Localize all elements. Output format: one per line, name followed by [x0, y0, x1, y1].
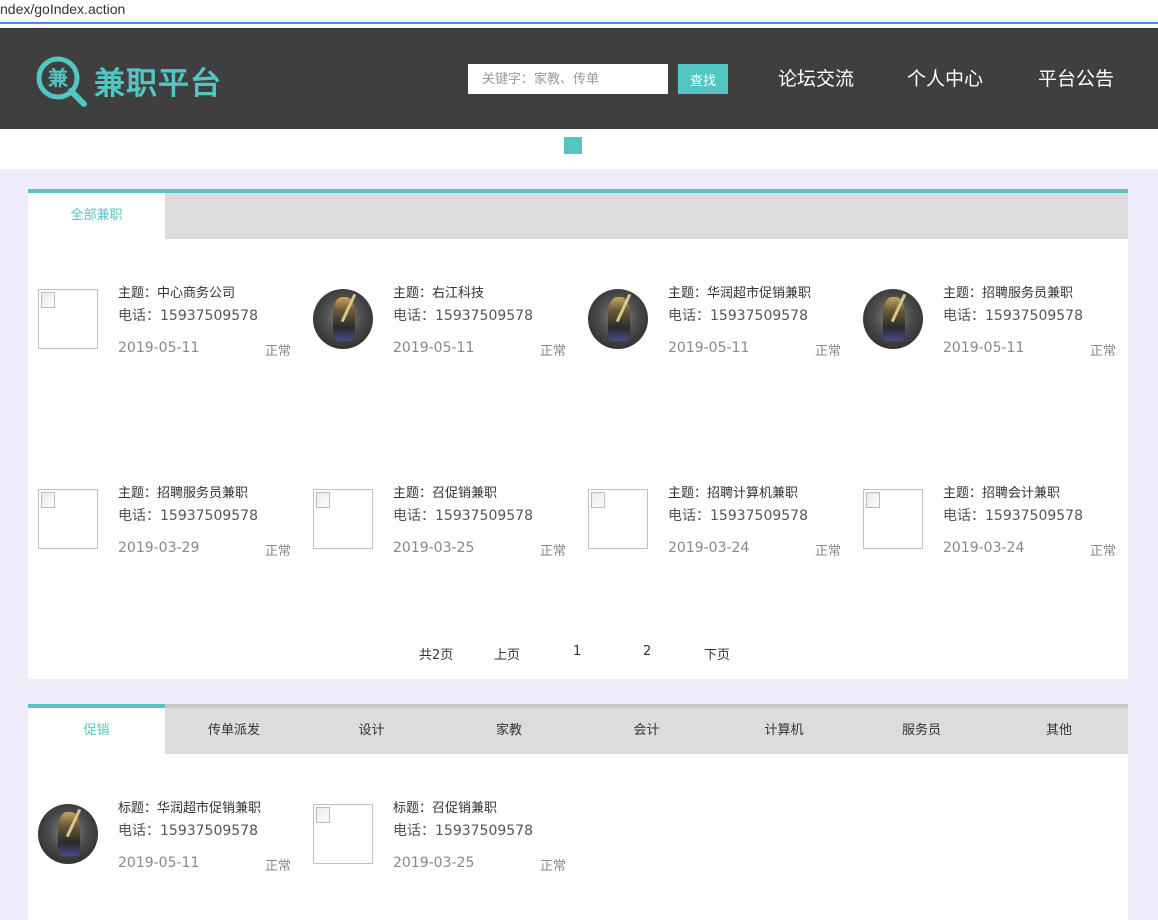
job-status: 正常 — [815, 544, 842, 559]
job-card[interactable]: 主题：召促销兼职 电话：15937509578 2019-03-25 正常 — [303, 486, 573, 569]
job-date: 2019-05-11 — [393, 340, 475, 356]
job-phone: 电话：15937509578 — [668, 308, 808, 324]
tab-category-0[interactable]: 促销 — [28, 704, 165, 754]
job-avatar-image[interactable] — [38, 804, 98, 864]
page-1[interactable]: 1 — [573, 644, 581, 659]
tab-all-jobs[interactable]: 全部兼职 — [28, 193, 165, 239]
job-phone: 电话：15937509578 — [668, 508, 808, 524]
category-tab-bar: 促销 传单派发 设计 家教 会计 计算机 服务员 其他 — [28, 704, 1128, 754]
job-title[interactable]: 标题：华润超市促销兼职 — [118, 797, 261, 816]
search-input[interactable] — [468, 64, 668, 94]
job-status: 正常 — [265, 859, 292, 874]
job-card[interactable]: 标题：召促销兼职 电话：15937509578 2019-03-25 正常 — [303, 801, 573, 884]
job-date: 2019-03-25 — [393, 855, 475, 871]
job-title[interactable]: 标题：召促销兼职 — [393, 797, 497, 816]
broken-image-icon[interactable] — [38, 489, 98, 549]
job-phone: 电话：15937509578 — [943, 308, 1083, 324]
job-phone: 电话：15937509578 — [118, 508, 258, 524]
tab-category-3[interactable]: 家教 — [441, 708, 578, 754]
job-status: 正常 — [540, 344, 567, 359]
job-card[interactable]: 主题：招聘计算机兼职 电话：15937509578 2019-03-24 正常 — [578, 486, 848, 569]
job-date: 2019-05-11 — [118, 340, 200, 356]
job-title[interactable]: 主题：招聘服务员兼职 — [943, 282, 1073, 301]
nav-personal-center[interactable]: 个人中心 — [907, 64, 983, 91]
job-status: 正常 — [265, 344, 292, 359]
job-phone: 电话：15937509578 — [943, 508, 1083, 524]
tab-category-7[interactable]: 其他 — [991, 708, 1128, 754]
job-date: 2019-03-24 — [668, 540, 750, 556]
job-card[interactable]: 主题：华润超市促销兼职 电话：15937509578 2019-05-11 正常 — [578, 286, 848, 369]
job-avatar-image[interactable] — [863, 289, 923, 349]
job-date: 2019-05-11 — [943, 340, 1025, 356]
broken-image-icon[interactable] — [588, 489, 648, 549]
all-jobs-panel: 全部兼职 主题：中心商务公司电话：15937509578 2019-05-11 正常… — [28, 189, 1128, 679]
broken-image-icon[interactable] — [313, 804, 373, 864]
tab-category-6[interactable]: 服务员 — [853, 708, 990, 754]
job-status: 正常 — [540, 859, 567, 874]
brand-title[interactable]: 兼职平台 — [94, 58, 222, 103]
job-title[interactable]: 主题：招聘服务员兼职 — [118, 482, 248, 501]
job-status: 正常 — [815, 344, 842, 359]
job-title[interactable]: 主题：招聘会计兼职 — [943, 482, 1060, 501]
job-date: 2019-05-11 — [118, 855, 200, 871]
tab-category-4[interactable]: 会计 — [578, 708, 715, 754]
job-phone: 电话：15937509578 — [393, 308, 533, 324]
job-title[interactable]: 主题：华润超市促销兼职 — [668, 282, 811, 301]
nav-forum[interactable]: 论坛交流 — [778, 64, 854, 91]
page-2[interactable]: 2 — [643, 644, 651, 659]
job-date: 2019-03-29 — [118, 540, 200, 556]
job-status: 正常 — [265, 544, 292, 559]
job-phone: 电话：15937509578 — [393, 508, 533, 524]
logo-icon[interactable]: 兼 — [34, 54, 88, 108]
job-status: 正常 — [1090, 344, 1117, 359]
job-card[interactable]: 主题：右江科技 电话：15937509578 2019-05-11 正常 — [303, 286, 573, 369]
job-phone: 电话：15937509578 — [118, 823, 258, 839]
search-button[interactable]: 查找 — [678, 64, 728, 94]
carousel-indicator[interactable] — [564, 137, 582, 154]
job-date: 2019-03-25 — [393, 540, 475, 556]
job-avatar-image[interactable] — [588, 289, 648, 349]
tab-category-5[interactable]: 计算机 — [716, 708, 853, 754]
job-card[interactable]: 主题：招聘服务员兼职 电话：15937509578 2019-03-29 正常 — [28, 486, 298, 569]
job-status: 正常 — [1090, 544, 1117, 559]
page-prev[interactable]: 上页 — [494, 644, 520, 663]
job-date: 2019-03-24 — [943, 540, 1025, 556]
logo-char: 兼 — [48, 66, 69, 90]
job-date: 2019-05-11 — [668, 340, 750, 356]
job-title[interactable]: 主题：右江科技 — [393, 282, 484, 301]
job-card[interactable]: 主题：中心商务公司 电话：15937509578 2019-05-11 正常 — [28, 286, 298, 369]
job-phone: 电话：15937509578 — [393, 823, 533, 839]
job-card[interactable]: 标题：华润超市促销兼职 电话：15937509578 2019-05-11 正常 — [28, 801, 298, 884]
site-header: 兼 兼职平台 查找 论坛交流 个人中心 平台公告 — [0, 28, 1158, 129]
job-card[interactable]: 主题：招聘会计兼职 电话：15937509578 2019-03-24 正常 — [853, 486, 1123, 569]
broken-image-icon[interactable] — [313, 489, 373, 549]
job-card[interactable]: 主题：招聘服务员兼职 电话：15937509578 2019-05-11 正常 — [853, 286, 1123, 369]
broken-image-icon[interactable] — [38, 289, 98, 349]
tab-category-1[interactable]: 传单派发 — [166, 708, 303, 754]
address-bar[interactable]: ndex/goIndex.action — [0, 0, 1158, 24]
job-title[interactable]: 主题：中心商务公司 — [118, 282, 235, 301]
category-panel: 促销 传单派发 设计 家教 会计 计算机 服务员 其他 标题：华润超市促销兼职 电话：15937… — [28, 704, 1128, 920]
job-title[interactable]: 主题：招聘计算机兼职 — [668, 482, 798, 501]
job-avatar-image[interactable] — [313, 289, 373, 349]
url-text: ndex/goIndex.action — [0, 1, 126, 17]
tab-bar: 全部兼职 — [28, 193, 1128, 239]
page-next[interactable]: 下页 — [704, 644, 730, 663]
broken-image-icon[interactable] — [863, 489, 923, 549]
job-title[interactable]: 主题：召促销兼职 — [393, 482, 497, 501]
tab-category-2[interactable]: 设计 — [303, 708, 440, 754]
job-status: 正常 — [540, 544, 567, 559]
nav-announcements[interactable]: 平台公告 — [1038, 64, 1114, 91]
page-total: 共2页 — [419, 648, 454, 663]
job-phone: 电话：15937509578 — [118, 308, 258, 324]
